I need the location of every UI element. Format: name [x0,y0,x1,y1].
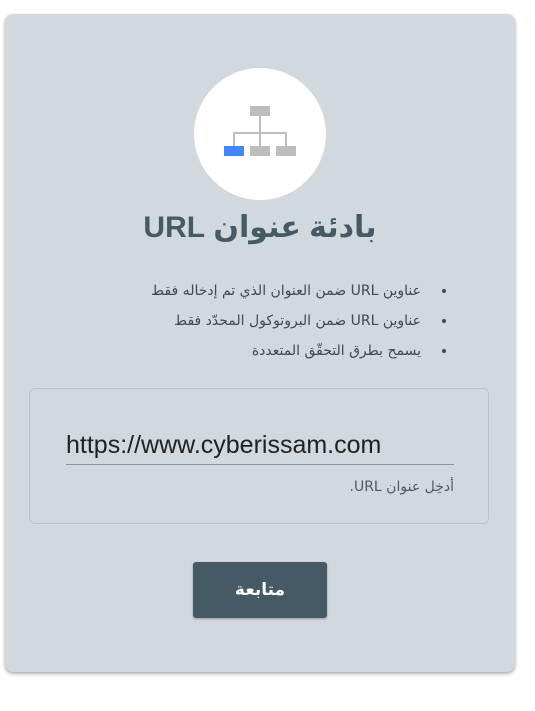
feature-item: عناوين URL ضمن البروتوكول المحدّد فقط [151,306,431,336]
sitemap-icon [224,106,296,156]
url-input[interactable] [66,427,454,465]
url-helper-text: أدخِل عنوان URL. [349,479,455,495]
url-prefix-card: بادئة عنوان URL عناوين URL ضمن العنوان ا… [5,14,515,672]
feature-list: عناوين URL ضمن العنوان الذي تم إدخاله فق… [151,276,449,366]
feature-item: يسمح بطرق التحقّق المتعددة [151,336,431,366]
continue-button[interactable]: متابعة [193,562,327,618]
url-input-box: أدخِل عنوان URL. [29,388,489,524]
feature-item: عناوين URL ضمن العنوان الذي تم إدخاله فق… [151,276,431,306]
icon-circle [194,68,326,200]
card-title: بادئة عنوان URL [143,211,377,244]
